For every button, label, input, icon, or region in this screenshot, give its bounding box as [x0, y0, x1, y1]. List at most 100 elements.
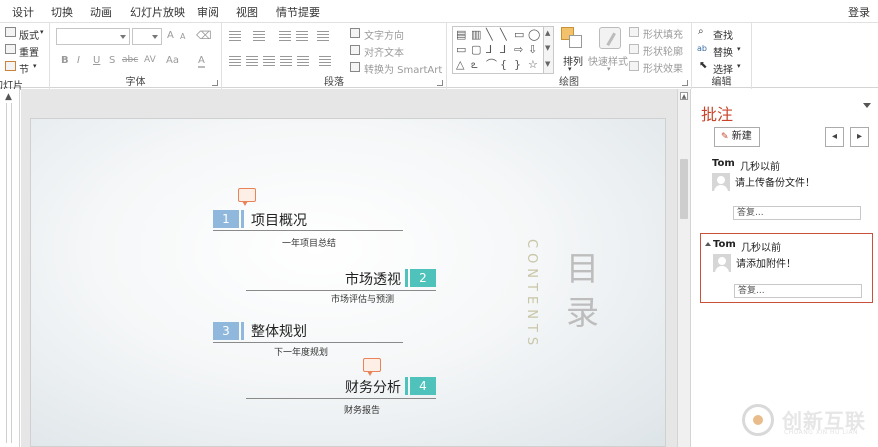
quick-styles-icon	[599, 27, 621, 49]
reset-icon	[5, 44, 16, 54]
rectangle-shape-icon[interactable]: ▭	[456, 44, 466, 56]
line-spacing-icon[interactable]	[317, 31, 329, 41]
line-shape-icon[interactable]: ╲	[486, 29, 493, 41]
align-text-button[interactable]: 对齐文本	[364, 44, 404, 59]
shapes-gallery[interactable]: ▤ ▥ ╲ ╲ ▭ ◯ ▭ ▢ ⅃ ⅃ ⇨ ⇩ △ ఽ ⌒ { } ☆ ▲ ▼ …	[452, 26, 554, 74]
tab-slideshow[interactable]: 幻灯片放映	[130, 4, 185, 20]
paragraph-launcher-icon[interactable]	[437, 80, 443, 86]
text-direction-icon	[350, 28, 360, 38]
tab-design[interactable]: 设计	[12, 4, 34, 20]
arrow-shape-icon[interactable]: ⇨	[514, 44, 523, 56]
tab-view[interactable]: 视图	[236, 4, 258, 20]
comment-marker-icon[interactable]	[238, 188, 256, 206]
drawing-group-label: 绘图	[559, 77, 579, 88]
brace-shape-icon[interactable]: {	[500, 59, 507, 71]
layout-button[interactable]: 版式	[19, 27, 39, 42]
pane-options-icon[interactable]	[863, 103, 871, 108]
bold-button[interactable]: B	[61, 55, 69, 66]
chevron-up-icon[interactable]: ▲	[680, 92, 688, 100]
reply-input[interactable]: 答复...	[734, 284, 862, 298]
vertical-textbox-shape-icon[interactable]: ▥	[471, 29, 481, 41]
find-icon: ⌕	[698, 26, 704, 37]
replace-button[interactable]: 替换	[713, 44, 733, 59]
char-spacing-button[interactable]: AV	[144, 55, 156, 65]
shapes-scrollbar[interactable]: ▲ ▼ ▼	[543, 27, 553, 73]
textbox-shape-icon[interactable]: ▤	[456, 29, 466, 41]
canvas-scrollbar[interactable]: ▲	[677, 89, 690, 447]
columns-icon[interactable]	[319, 56, 331, 66]
tab-review[interactable]: 审阅	[197, 4, 219, 20]
new-comment-button[interactable]: ✎ 新建	[714, 127, 760, 147]
menu-bar: 设计 切换 动画 幻灯片放映 审阅 视图 情节提要 登录	[0, 0, 878, 22]
comment-item[interactable]: Tom 几秒以前 请添加附件！ 答复...	[700, 233, 873, 303]
font-family-combo[interactable]	[56, 28, 130, 45]
next-icon: ▸	[856, 131, 863, 142]
arrange-button[interactable]: 排列	[563, 53, 583, 68]
section-button[interactable]: 节	[19, 61, 29, 76]
previous-icon: ◂	[831, 131, 838, 142]
align-right-icon[interactable]	[263, 56, 275, 66]
chevron-down-icon: ▾	[40, 28, 44, 36]
tab-storyboard[interactable]: 情节提要	[276, 4, 320, 20]
drawing-launcher-icon[interactable]	[682, 80, 688, 86]
shadow-button[interactable]: S	[109, 55, 115, 66]
find-button[interactable]: 查找	[713, 27, 733, 42]
chevron-up-icon[interactable]: ▲	[5, 92, 12, 102]
comment-item[interactable]: Tom 几秒以前 请上传备份文件！ 答复...	[700, 153, 873, 225]
strikethrough-button[interactable]: abc	[122, 55, 138, 65]
triangle-shape-icon[interactable]: △	[456, 59, 464, 71]
collapse-icon[interactable]	[705, 242, 711, 246]
grow-font-button[interactable]: A	[167, 30, 174, 41]
slide[interactable]: 1 项目概况 一年项目总结 市场透视 2 市场评估与预测 3 整体规划 下一年度…	[30, 118, 666, 447]
font-launcher-icon[interactable]	[212, 80, 218, 86]
font-size-combo[interactable]	[132, 28, 162, 45]
brace-shape-icon[interactable]: }	[514, 59, 521, 71]
curve-shape-icon[interactable]: ⌒	[486, 59, 497, 71]
item-title: 市场透视	[345, 272, 401, 288]
more-icon[interactable]: ▼	[545, 60, 550, 68]
reset-button[interactable]: 重置	[19, 44, 39, 59]
login-link[interactable]: 登录	[848, 4, 870, 20]
chevron-down-icon: ▾	[607, 65, 611, 73]
shrink-font-button[interactable]: A	[180, 32, 185, 41]
select-icon: ⬉	[699, 60, 708, 71]
underline-button[interactable]: U	[93, 55, 100, 66]
decrease-indent-icon[interactable]	[279, 31, 291, 41]
change-case-button[interactable]: Aa	[166, 55, 179, 66]
distributed-icon[interactable]	[297, 56, 309, 66]
item-subtitle: 下一年度规划	[274, 348, 329, 358]
numbering-icon[interactable]	[253, 31, 265, 41]
chevron-down-icon[interactable]: ▼	[545, 44, 550, 52]
align-center-icon[interactable]	[246, 56, 258, 66]
shape-fill-button[interactable]: 形状填充	[643, 26, 683, 41]
arrow-shape-icon[interactable]: ⇩	[528, 44, 537, 56]
line-shape-icon[interactable]: ╲	[500, 29, 507, 41]
chevron-up-icon[interactable]: ▲	[545, 29, 550, 37]
tab-transitions[interactable]: 切换	[51, 4, 73, 20]
shape-outline-button[interactable]: 形状轮廓	[643, 43, 683, 58]
rounded-rect-shape-icon[interactable]: ▢	[471, 44, 481, 56]
item-number: 3	[222, 324, 230, 338]
elbow-shape-icon[interactable]: ⅃	[486, 44, 492, 56]
item-number: 4	[419, 379, 427, 393]
font-color-button[interactable]: A	[198, 55, 205, 68]
ellipse-shape-icon[interactable]: ◯	[528, 29, 540, 41]
next-comment-button[interactable]: ▸	[850, 127, 869, 147]
scroll-thumb[interactable]	[680, 159, 688, 219]
gutter-scrollbar[interactable]	[6, 103, 12, 443]
increase-indent-icon[interactable]	[296, 31, 308, 41]
previous-comment-button[interactable]: ◂	[825, 127, 844, 147]
justify-icon[interactable]	[280, 56, 292, 66]
reply-input[interactable]: 答复...	[733, 206, 861, 220]
italic-button[interactable]: I	[77, 55, 80, 66]
text-direction-button[interactable]: 文字方向	[364, 27, 404, 42]
elbow-shape-icon[interactable]: ⅃	[500, 44, 506, 56]
freeform-shape-icon[interactable]: ఽ	[471, 59, 478, 71]
clear-format-icon[interactable]: ⌫	[196, 29, 212, 42]
bullets-icon[interactable]	[229, 31, 241, 41]
star-shape-icon[interactable]: ☆	[528, 59, 538, 71]
rectangle-shape-icon[interactable]: ▭	[514, 29, 524, 41]
align-left-icon[interactable]	[229, 56, 241, 66]
tab-animations[interactable]: 动画	[90, 4, 112, 20]
comment-marker-icon[interactable]	[363, 358, 381, 376]
